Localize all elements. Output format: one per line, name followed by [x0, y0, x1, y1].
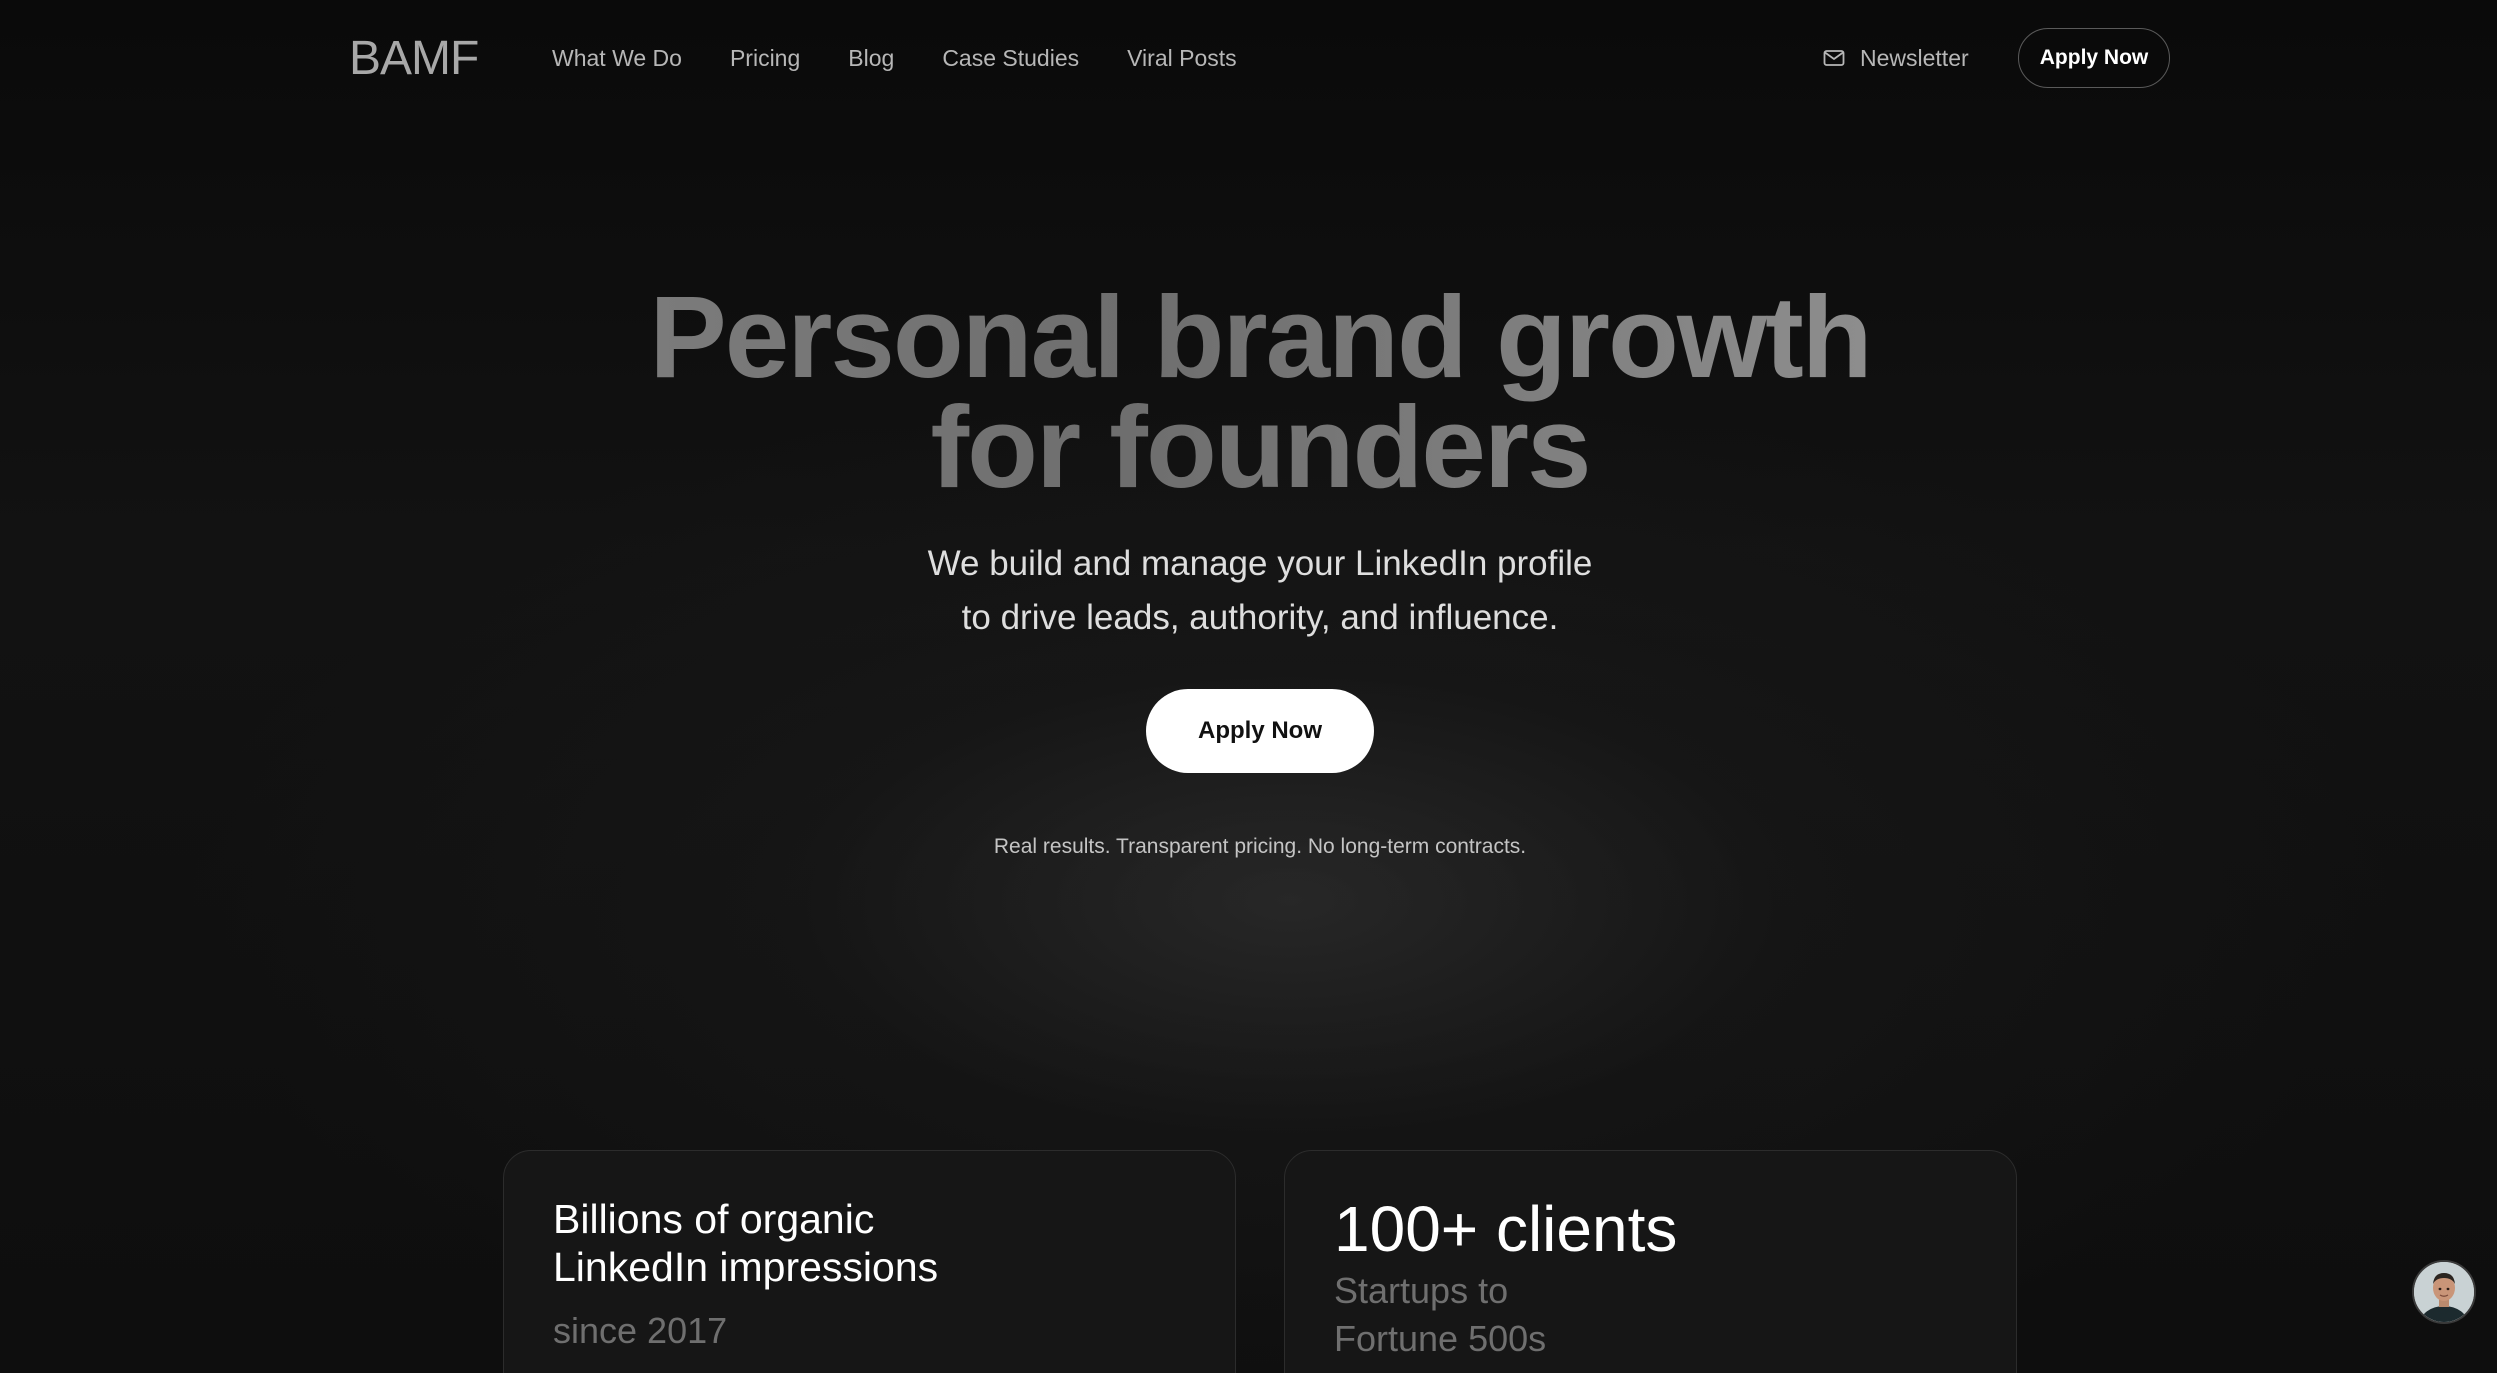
stat-card-impressions: Billions of organic LinkedIn impressions… — [503, 1150, 1236, 1373]
hero-subtitle: We build and manage your LinkedIn profil… — [0, 537, 2497, 645]
hero-title-line-1: Personal brand growth — [649, 272, 1871, 402]
stat-title-line-2: LinkedIn impressions — [553, 1244, 939, 1290]
nav-link-what-we-do[interactable]: What We Do — [552, 40, 682, 76]
nav-links: What We Do Pricing Blog Case Studies Vir… — [552, 40, 1285, 76]
top-nav: BAMF What We Do Pricing Blog Case Studie… — [0, 0, 2497, 118]
mail-icon — [1822, 46, 1846, 70]
avatar-icon — [2414, 1262, 2474, 1322]
brand-logo[interactable]: BAMF — [349, 30, 479, 88]
hero-title-line-2: for founders — [930, 382, 1590, 512]
nav-apply-button[interactable]: Apply Now — [2018, 28, 2170, 88]
newsletter-label: Newsletter — [1860, 45, 1969, 71]
stat-sub-line-1: Startups to — [1334, 1270, 1509, 1311]
nav-link-pricing[interactable]: Pricing — [730, 40, 800, 76]
stat-card-impressions-title: Billions of organic LinkedIn impressions — [553, 1195, 938, 1291]
stat-card-impressions-sub: since 2017 — [553, 1310, 728, 1351]
hero-apply-button[interactable]: Apply Now — [1146, 689, 1374, 773]
hero-subtitle-line-1: We build and manage your LinkedIn profil… — [927, 544, 1593, 583]
landing-page: BAMF What We Do Pricing Blog Case Studie… — [0, 0, 2497, 1373]
nav-link-blog[interactable]: Blog — [848, 40, 894, 76]
chat-avatar-button[interactable] — [2412, 1260, 2476, 1324]
stat-sub-line-2: Fortune 500s — [1334, 1318, 1547, 1359]
hero-note: Real results. Transparent pricing. No lo… — [993, 835, 1527, 858]
newsletter-link[interactable]: Newsletter — [1822, 40, 1969, 76]
stat-title-line-1: Billions of organic — [553, 1196, 875, 1242]
nav-link-viral-posts[interactable]: Viral Posts — [1127, 40, 1237, 76]
stat-card-clients: 100+ clients Startups to Fortune 500s — [1284, 1150, 2017, 1373]
stat-card-clients-title: 100+ clients — [1334, 1193, 1678, 1265]
stat-card-clients-sub: Startups to Fortune 500s — [1334, 1267, 1546, 1363]
hero-title: Personal brand growth for founders — [0, 282, 2497, 502]
hero-subtitle-line-2: to drive leads, authority, and influence… — [961, 598, 1559, 637]
nav-link-case-studies[interactable]: Case Studies — [942, 40, 1079, 76]
